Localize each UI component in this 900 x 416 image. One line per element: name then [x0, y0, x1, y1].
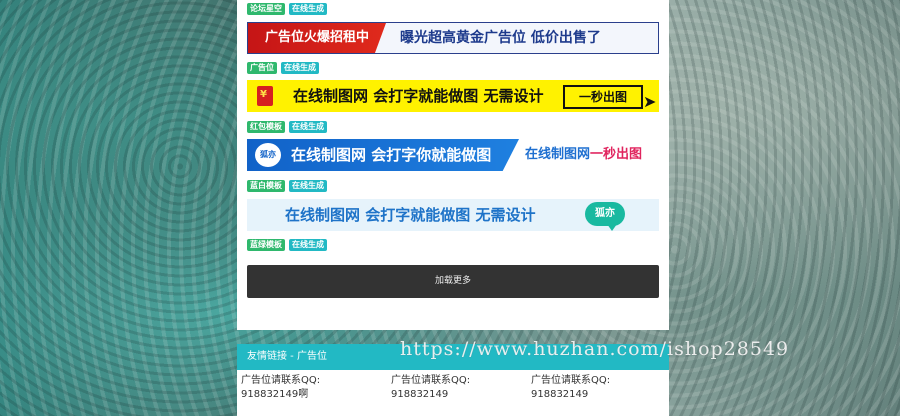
- ad-block-5: 蓝绿模板 在线生成: [247, 239, 659, 251]
- friend-link-label: 广告位请联系QQ:: [391, 375, 471, 386]
- tag-generate[interactable]: 在线生成: [289, 121, 327, 133]
- ad-list-panel: 论坛星空 在线生成 广告位火爆招租中 曝光超高黄金广告位 低价出售了 广告位 在…: [237, 0, 669, 330]
- friend-link-item[interactable]: 广告位请联系QQ: 918832149: [531, 374, 610, 402]
- ad-tags: 广告位 在线生成: [247, 62, 659, 74]
- ad-block-3: 红包模板 在线生成 狐亦 在线制图网 会打字你就能做图 在线制图网一秒出图: [247, 121, 659, 171]
- ad-banner-1[interactable]: 广告位火爆招租中 曝光超高黄金广告位 低价出售了: [247, 22, 659, 54]
- ad-banner-2[interactable]: 在线制图网 会打字就能做图 无需设计 一秒出图 ➤: [247, 80, 659, 112]
- watermark-text: https://www.huzhan.com/ishop28549: [400, 338, 790, 360]
- tag-category[interactable]: 论坛星空: [247, 3, 285, 15]
- ad-block-2: 广告位 在线生成 在线制图网 会打字就能做图 无需设计 一秒出图 ➤: [247, 62, 659, 112]
- speech-bubble-icon: 狐亦: [585, 202, 625, 231]
- friend-link-label: 广告位请联系QQ:: [531, 375, 611, 386]
- tag-category[interactable]: 蓝绿模板: [247, 239, 285, 251]
- red-envelope-icon: [257, 86, 273, 106]
- brand-logo-icon: 狐亦: [255, 143, 281, 167]
- tag-generate[interactable]: 在线生成: [289, 239, 327, 251]
- banner-main-text: 在线制图网 会打字就能做图 无需设计: [293, 87, 544, 105]
- banner-left-text: 广告位火爆招租中: [248, 23, 386, 53]
- tag-generate[interactable]: 在线生成: [289, 180, 327, 192]
- ad-tags: 蓝绿模板 在线生成: [247, 239, 659, 251]
- friend-link-item[interactable]: 广告位请联系QQ: 918832149: [391, 374, 470, 402]
- friend-link-item[interactable]: 广告位请联系QQ: 918832149啊: [241, 374, 320, 402]
- ad-banner-4[interactable]: 在线制图网 会打字就能做图 无需设计 狐亦: [247, 199, 659, 231]
- ad-tags: 论坛星空 在线生成: [247, 3, 659, 15]
- friend-link-qq: 918832149: [531, 389, 589, 400]
- tag-generate[interactable]: 在线生成: [289, 3, 327, 15]
- banner-main-text: 在线制图网 会打字就能做图 无需设计: [285, 206, 536, 224]
- friend-link-qq: 918832149啊: [241, 389, 309, 400]
- tag-category[interactable]: 广告位: [247, 62, 277, 74]
- ad-tags: 蓝白模板 在线生成: [247, 180, 659, 192]
- banner-right-text: 在线制图网一秒出图: [525, 139, 642, 171]
- friend-link-label: 广告位请联系QQ:: [241, 375, 321, 386]
- banner-main-text: 在线制图网 会打字你就能做图: [291, 146, 492, 164]
- ad-banner-3[interactable]: 狐亦 在线制图网 会打字你就能做图 在线制图网一秒出图: [247, 139, 659, 171]
- tag-category[interactable]: 蓝白模板: [247, 180, 285, 192]
- tag-generate[interactable]: 在线生成: [281, 62, 319, 74]
- friend-link-qq: 918832149: [391, 389, 449, 400]
- friend-links-list: 广告位请联系QQ: 918832149啊 广告位请联系QQ: 918832149…: [237, 370, 669, 416]
- tag-category[interactable]: 红包模板: [247, 121, 285, 133]
- ad-block-4: 蓝白模板 在线生成 在线制图网 会打字就能做图 无需设计 狐亦: [247, 180, 659, 231]
- cursor-arrow-icon: ➤: [643, 92, 657, 111]
- banner-right-text-b: 一秒出图: [590, 147, 643, 162]
- ad-tags: 红包模板 在线生成: [247, 121, 659, 133]
- ad-block-1: 论坛星空 在线生成 广告位火爆招租中 曝光超高黄金广告位 低价出售了: [247, 3, 659, 54]
- banner-right-text: 曝光超高黄金广告位 低价出售了: [400, 30, 601, 46]
- load-more-button[interactable]: 加载更多: [247, 265, 659, 298]
- banner-button: 一秒出图: [563, 85, 643, 109]
- banner-right-text-a: 在线制图网: [525, 147, 591, 162]
